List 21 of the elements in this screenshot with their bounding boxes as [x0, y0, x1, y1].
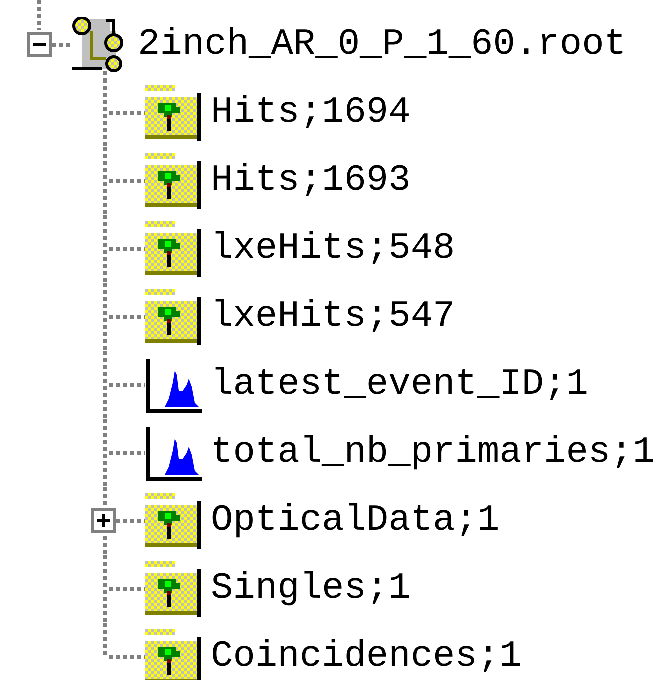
- tree-item[interactable]: total_nb_primaries;1: [211, 432, 656, 474]
- tree-item[interactable]: 2inch_AR_0_P_1_60.root: [138, 24, 626, 66]
- tree-folder-icon: [145, 629, 203, 680]
- histogram-icon: [145, 425, 203, 481]
- tree-item[interactable]: Hits;1694: [211, 92, 411, 134]
- collapse-button[interactable]: [27, 32, 52, 57]
- histogram-icon: [145, 357, 203, 413]
- tree-item[interactable]: latest_event_ID;1: [211, 364, 588, 406]
- tree-item[interactable]: Hits;1693: [211, 160, 411, 202]
- tree-folder-icon: [145, 221, 203, 277]
- tree-item[interactable]: OpticalData;1: [211, 500, 500, 542]
- tree-folder-icon: [145, 289, 203, 345]
- tree-item[interactable]: lxeHits;547: [211, 296, 456, 338]
- tree-item[interactable]: Coincidences;1: [211, 636, 522, 678]
- tree-folder-icon: [145, 493, 203, 549]
- tree-item[interactable]: Singles;1: [211, 568, 411, 610]
- expand-button[interactable]: [91, 508, 116, 533]
- tree-folder-icon: [145, 561, 203, 617]
- tree-folder-icon: [145, 153, 203, 209]
- tree-folder-icon: [145, 85, 203, 141]
- tree-item[interactable]: lxeHits;548: [211, 228, 456, 270]
